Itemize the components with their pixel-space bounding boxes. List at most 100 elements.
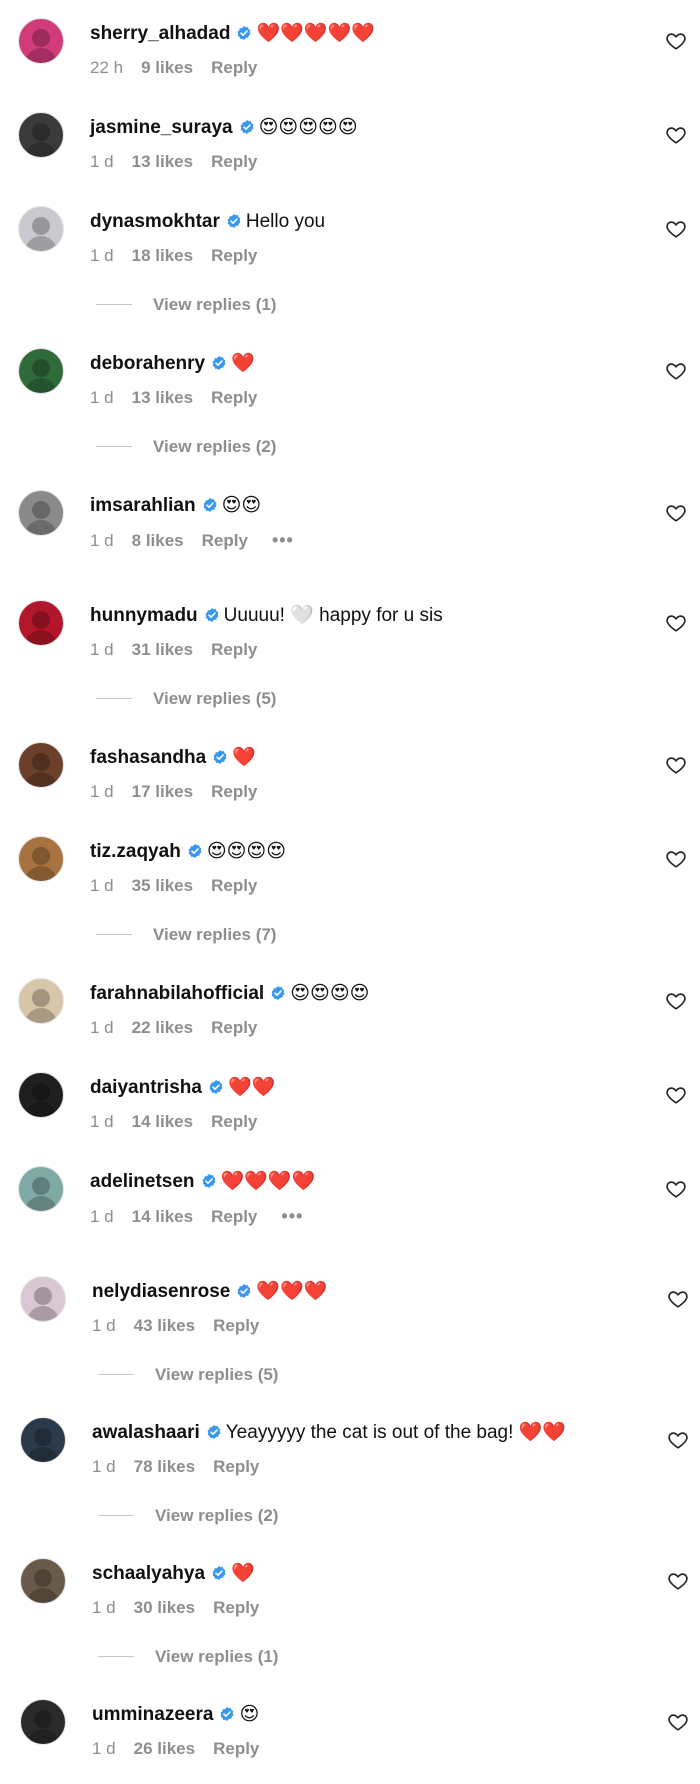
like-heart-icon[interactable] (665, 30, 687, 52)
username[interactable]: fashasandha (90, 747, 206, 768)
view-replies-label[interactable]: View replies (5) (155, 1363, 278, 1387)
username[interactable]: umminazeera (92, 1704, 213, 1725)
comment-time: 1 d (92, 1598, 116, 1617)
reply-button[interactable]: Reply (211, 782, 257, 801)
username[interactable]: tiz.zaqyah (90, 841, 181, 862)
view-replies[interactable]: View replies (7) (0, 923, 700, 947)
view-replies[interactable]: View replies (2) (0, 435, 700, 459)
like-heart-icon[interactable] (665, 124, 687, 146)
avatar[interactable] (18, 348, 64, 394)
verified-badge-icon (236, 24, 252, 40)
avatar[interactable] (20, 1558, 66, 1604)
reply-button[interactable]: Reply (213, 1457, 259, 1476)
view-replies[interactable]: View replies (1) (2, 1645, 700, 1669)
username[interactable]: schaalyahya (92, 1563, 205, 1584)
username[interactable]: imsarahlian (90, 495, 196, 516)
comment-item: tiz.zaqyah 😍😍😍😍 1 d 35 likes Reply (0, 836, 700, 906)
verified-badge-icon (187, 842, 203, 858)
more-options-icon[interactable]: ••• (272, 530, 294, 550)
verified-badge-icon (219, 1705, 235, 1721)
reply-button[interactable]: Reply (202, 531, 248, 550)
likes-count[interactable]: 17 likes (132, 782, 193, 801)
avatar[interactable] (20, 1417, 66, 1463)
reply-button[interactable]: Reply (211, 246, 257, 265)
likes-count[interactable]: 43 likes (134, 1316, 195, 1335)
like-heart-icon[interactable] (665, 990, 687, 1012)
like-heart-icon[interactable] (665, 1084, 687, 1106)
avatar[interactable] (18, 978, 64, 1024)
avatar[interactable] (18, 836, 64, 882)
view-replies-label[interactable]: View replies (7) (153, 923, 276, 947)
like-heart-icon[interactable] (667, 1711, 689, 1733)
reply-button[interactable]: Reply (211, 388, 257, 407)
avatar[interactable] (18, 600, 64, 646)
like-heart-icon[interactable] (667, 1429, 689, 1451)
like-heart-icon[interactable] (665, 612, 687, 634)
likes-count[interactable]: 9 likes (141, 58, 193, 77)
avatar[interactable] (18, 112, 64, 158)
username[interactable]: nelydiasenrose (92, 1281, 230, 1302)
likes-count[interactable]: 13 likes (132, 152, 193, 171)
username[interactable]: awalashaari (92, 1422, 200, 1443)
view-replies[interactable]: View replies (1) (0, 293, 700, 317)
username[interactable]: sherry_alhadad (90, 23, 230, 44)
comment-text: Hello you (245, 211, 326, 232)
view-replies-label[interactable]: View replies (1) (153, 293, 276, 317)
likes-count[interactable]: 8 likes (132, 531, 184, 550)
like-heart-icon[interactable] (667, 1570, 689, 1592)
like-heart-icon[interactable] (665, 218, 687, 240)
view-replies[interactable]: View replies (5) (2, 1363, 700, 1387)
likes-count[interactable]: 35 likes (132, 876, 193, 895)
likes-count[interactable]: 18 likes (132, 246, 193, 265)
avatar[interactable] (18, 742, 64, 788)
likes-count[interactable]: 31 likes (132, 640, 193, 659)
likes-count[interactable]: 30 likes (134, 1598, 195, 1617)
likes-count[interactable]: 78 likes (134, 1457, 195, 1476)
likes-count[interactable]: 22 likes (132, 1018, 193, 1037)
reply-button[interactable]: Reply (211, 58, 257, 77)
avatar[interactable] (18, 1072, 64, 1118)
reply-button[interactable]: Reply (211, 1018, 257, 1037)
reply-button[interactable]: Reply (213, 1598, 259, 1617)
username[interactable]: deborahenry (90, 353, 205, 374)
username[interactable]: adelinetsen (90, 1171, 195, 1192)
username[interactable]: jasmine_suraya (90, 117, 233, 138)
like-heart-icon[interactable] (665, 502, 687, 524)
view-replies-label[interactable]: View replies (2) (155, 1504, 278, 1528)
likes-count[interactable]: 14 likes (132, 1112, 193, 1131)
like-heart-icon[interactable] (665, 754, 687, 776)
reply-button[interactable]: Reply (211, 1112, 257, 1131)
replies-divider (98, 1515, 134, 1516)
avatar[interactable] (18, 490, 64, 536)
username[interactable]: dynasmokhtar (90, 211, 220, 232)
reply-button[interactable]: Reply (211, 152, 257, 171)
reply-button[interactable]: Reply (211, 876, 257, 895)
view-replies-label[interactable]: View replies (2) (153, 435, 276, 459)
reply-button[interactable]: Reply (211, 640, 257, 659)
username[interactable]: hunnymadu (90, 605, 198, 626)
reply-button[interactable]: Reply (211, 1207, 257, 1226)
view-replies[interactable]: View replies (5) (0, 687, 700, 711)
avatar[interactable] (20, 1276, 66, 1322)
view-replies-label[interactable]: View replies (5) (153, 687, 276, 711)
likes-count[interactable]: 14 likes (132, 1207, 193, 1226)
like-heart-icon[interactable] (667, 1288, 689, 1310)
more-options-icon[interactable]: ••• (281, 1206, 303, 1226)
comment-item: daiyantrisha ❤️❤️ 1 d 14 likes Reply (0, 1072, 700, 1142)
reply-button[interactable]: Reply (213, 1739, 259, 1758)
username[interactable]: daiyantrisha (90, 1077, 202, 1098)
comment-text: ❤️❤️❤️❤️❤️ (256, 23, 375, 44)
view-replies[interactable]: View replies (2) (2, 1504, 700, 1528)
avatar[interactable] (18, 206, 64, 252)
avatar[interactable] (18, 1166, 64, 1212)
likes-count[interactable]: 26 likes (134, 1739, 195, 1758)
like-heart-icon[interactable] (665, 848, 687, 870)
username[interactable]: farahnabilahofficial (90, 983, 264, 1004)
like-heart-icon[interactable] (665, 360, 687, 382)
like-heart-icon[interactable] (665, 1178, 687, 1200)
reply-button[interactable]: Reply (213, 1316, 259, 1335)
avatar[interactable] (20, 1699, 66, 1745)
likes-count[interactable]: 13 likes (132, 388, 193, 407)
avatar[interactable] (18, 18, 64, 64)
view-replies-label[interactable]: View replies (1) (155, 1645, 278, 1669)
